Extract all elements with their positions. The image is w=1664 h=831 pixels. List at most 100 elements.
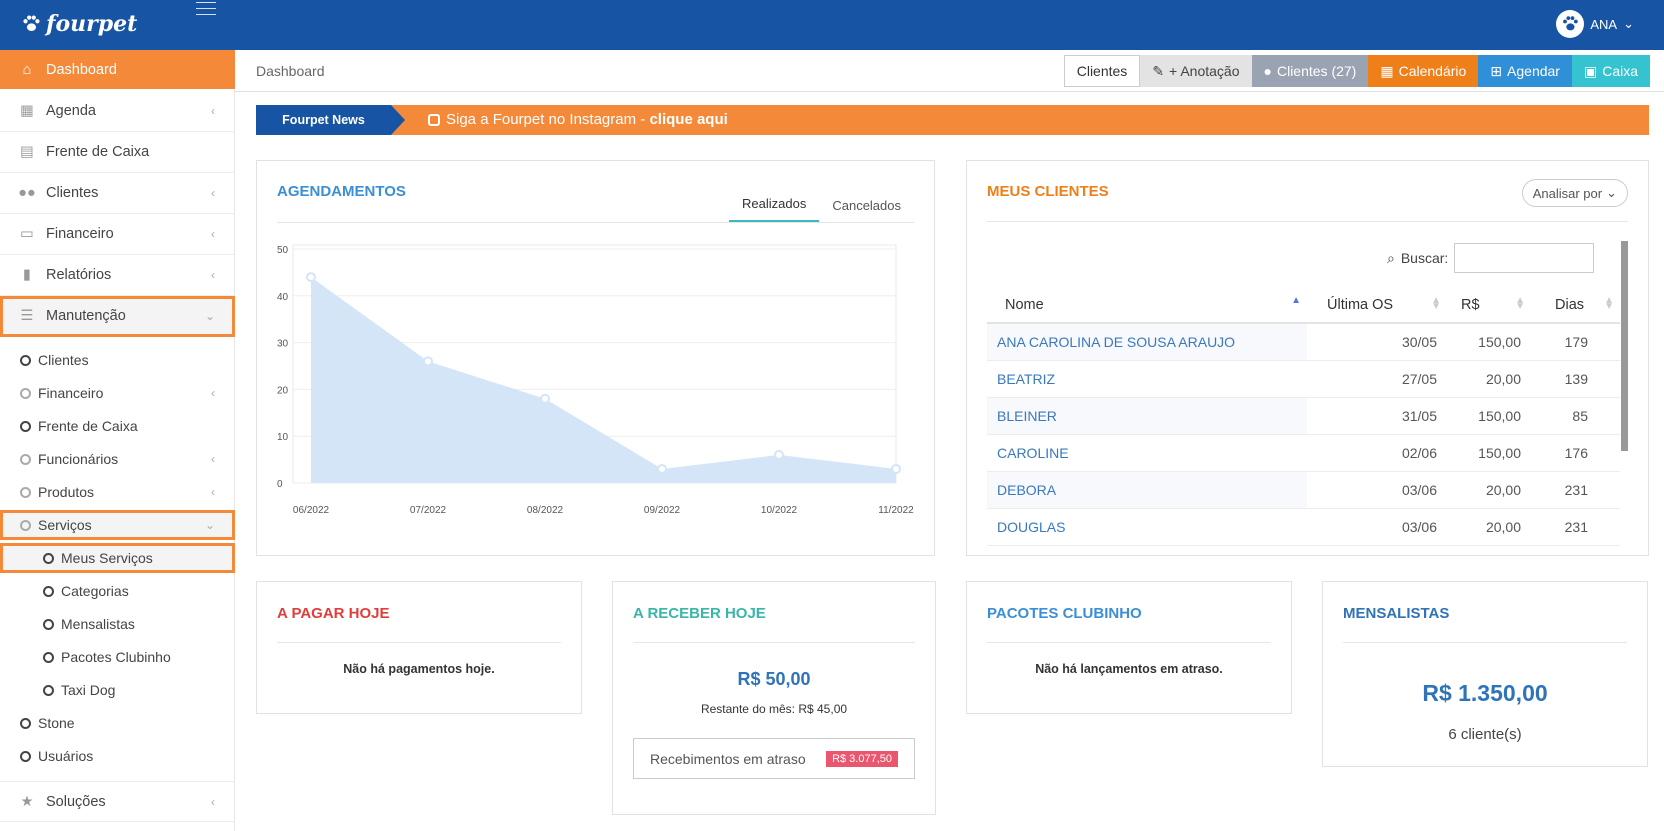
submenu-item-taxi-dog[interactable]: Taxi Dog: [43, 675, 235, 705]
agendamentos-title: AGENDAMENTOS: [277, 183, 406, 200]
sidebar-item-solucoes[interactable]: ★ Soluções ‹: [0, 781, 235, 822]
a-receber-amount: R$ 50,00: [737, 669, 811, 689]
table-row[interactable]: DOUGLAS 03/06 20,00 231: [987, 508, 1620, 546]
submenu-item-pacotes-clubinho[interactable]: Pacotes Clubinho: [43, 642, 235, 672]
sidebar-item-label: Manutenção: [46, 308, 126, 324]
anotacao-button[interactable]: ✎ + Anotação: [1140, 55, 1252, 87]
divider: [277, 642, 561, 643]
clientes-count-button[interactable]: ● Clientes (27): [1251, 55, 1369, 87]
chevron-left-icon: ‹: [211, 386, 215, 400]
client-name-link[interactable]: CAROLINE: [987, 434, 1307, 472]
news-link[interactable]: clique aqui: [649, 111, 727, 128]
y-tick-label: 40: [277, 292, 289, 303]
sidebar-item-dashboard[interactable]: ⌂ Dashboard: [0, 50, 235, 89]
client-name-link[interactable]: BLEINER: [987, 397, 1307, 435]
sort-icon: ▲ ▼: [1431, 295, 1441, 312]
submenu-label: Pacotes Clubinho: [61, 649, 171, 665]
news-arrow: [391, 105, 405, 135]
agendar-button[interactable]: ⊞ Agendar: [1478, 55, 1572, 87]
button-label: Clientes: [1076, 63, 1128, 79]
client-name-link[interactable]: BEATRIZ: [987, 360, 1307, 398]
user-menu[interactable]: ANA ⌄: [1556, 10, 1634, 38]
column-header-nome[interactable]: Nome ▲: [987, 287, 1307, 324]
table-row[interactable]: BLEINER 31/05 150,00 85: [987, 397, 1620, 435]
data-point: [423, 356, 433, 367]
sidebar-item-clientes[interactable]: ●● Clientes ‹: [0, 173, 235, 214]
agendamentos-card: AGENDAMENTOS Realizados Cancelados 0 10 20…: [256, 160, 935, 556]
submenu-item-usuarios[interactable]: Usuários: [20, 741, 235, 771]
avatar: [1556, 10, 1585, 38]
pacotes-message: Não há lançamentos em atraso.: [1035, 662, 1223, 676]
a-pagar-card: A PAGAR HOJE Não há pagamentos hoje.: [256, 581, 582, 714]
circle-icon: [43, 585, 54, 597]
divider: [277, 222, 914, 223]
tab-cancelados[interactable]: Cancelados: [819, 187, 914, 223]
chevron-left-icon: ‹: [211, 186, 215, 200]
mensalistas-amount: R$ 1.350,00: [1422, 680, 1548, 706]
sidebar-item-agenda[interactable]: ▦ Agenda ‹: [0, 91, 235, 132]
table-row[interactable]: BEATRIZ 27/05 20,00 139: [987, 360, 1620, 398]
column-label: Última OS: [1327, 296, 1394, 313]
database-icon: ☰: [20, 308, 34, 324]
sidebar-item-frente-caixa[interactable]: ▤ Frente de Caixa: [0, 132, 235, 173]
submenu-label: Stone: [38, 715, 75, 731]
client-name-link[interactable]: DEBORA: [987, 471, 1307, 509]
sidebar-item-relatorios[interactable]: ▮ Relatórios ‹: [0, 255, 235, 296]
table-row[interactable]: ANA CAROLINA DE SOUSA ARAUJO 30/05 150,0…: [987, 323, 1620, 361]
calendario-button[interactable]: ▦ Calendário: [1368, 55, 1479, 87]
submenu-item-stone[interactable]: Stone: [20, 708, 235, 738]
table-row[interactable]: DEBORA 03/06 20,00 231: [987, 471, 1620, 509]
circle-icon: [43, 684, 54, 696]
data-point: [891, 463, 901, 474]
chevron-left-icon: ‹: [211, 268, 215, 282]
y-tick-label: 30: [277, 339, 289, 350]
submenu-item-frente-caixa[interactable]: Frente de Caixa: [20, 411, 235, 441]
column-header-valor[interactable]: R$ ▲ ▼: [1447, 287, 1531, 324]
submenu-item-categorias[interactable]: Categorias: [43, 576, 235, 606]
menu-toggle-icon[interactable]: [196, 2, 216, 18]
cell-valor: 150,00: [1447, 397, 1531, 435]
divider: [1343, 642, 1627, 643]
button-label: Agendar: [1507, 63, 1560, 79]
recebimentos-atraso-row[interactable]: Recebimentos em atraso R$ 3.077,50: [633, 738, 915, 779]
submenu-item-mensalistas[interactable]: Mensalistas: [43, 609, 235, 639]
sidebar-item-label: Frente de Caixa: [46, 144, 150, 160]
column-header-ultima-os[interactable]: Última OS ▲ ▼: [1307, 287, 1447, 324]
tab-realizados[interactable]: Realizados: [729, 187, 820, 223]
submenu-label: Usuários: [38, 748, 94, 764]
users-icon: ●: [1263, 63, 1272, 79]
sidebar-item-manutencao[interactable]: ☰ Manutenção ⌄: [0, 296, 235, 337]
circle-icon: [20, 519, 31, 531]
caixa-button[interactable]: ▣ Caixa: [1571, 55, 1650, 87]
table-row[interactable]: CAROLINE 02/06 150,00 176: [987, 434, 1620, 472]
submenu-item-meus-servicos[interactable]: Meus Serviços: [0, 543, 235, 573]
column-header-dias[interactable]: Dias ▲ ▼: [1531, 287, 1620, 324]
money-icon: ▣: [1583, 62, 1598, 79]
submenu-label: Produtos: [38, 484, 95, 500]
circle-icon: [20, 750, 31, 762]
submenu-label: Frente de Caixa: [38, 418, 138, 434]
cell-valor: 20,00: [1447, 471, 1531, 509]
column-label: Nome: [1005, 296, 1044, 313]
news-text[interactable]: Siga a Fourpet no Instagram - clique aqu…: [428, 111, 728, 128]
client-name-link[interactable]: DOUGLAS: [987, 508, 1307, 546]
table-scrollbar[interactable]: [1621, 241, 1628, 451]
submenu-item-servicos[interactable]: Serviços ⌄: [0, 510, 235, 540]
atraso-badge: R$ 3.077,50: [826, 750, 898, 767]
cell-ultima-os: 03/06: [1307, 471, 1447, 509]
pacotes-title: PACOTES CLUBINHO: [987, 605, 1142, 622]
submenu-item-financeiro[interactable]: Financeiro ‹: [20, 378, 235, 408]
analisar-dropdown[interactable]: Analisar por ⌄: [1521, 179, 1628, 207]
a-receber-card: A RECEBER HOJE R$ 50,00 Restante do mês:…: [612, 581, 936, 815]
submenu-item-funcionarios[interactable]: Funcionários ‹: [20, 444, 235, 474]
sidebar: ⌂ Dashboard ▦ Agenda ‹ ▤ Frente de Caixa…: [0, 50, 235, 831]
search-input[interactable]: [1454, 243, 1595, 273]
submenu-item-clientes[interactable]: Clientes: [20, 345, 235, 375]
submenu-item-produtos[interactable]: Produtos ‹: [20, 477, 235, 507]
sidebar-item-financeiro[interactable]: ▭ Financeiro ‹: [0, 214, 235, 255]
cell-dias: 85: [1531, 397, 1620, 435]
clientes-button[interactable]: Clientes: [1063, 55, 1141, 87]
fourpet-logo[interactable]: fourpet: [20, 11, 137, 37]
sidebar-item-label: Clientes: [46, 185, 99, 201]
client-name-link[interactable]: ANA CAROLINA DE SOUSA ARAUJO: [987, 323, 1307, 361]
